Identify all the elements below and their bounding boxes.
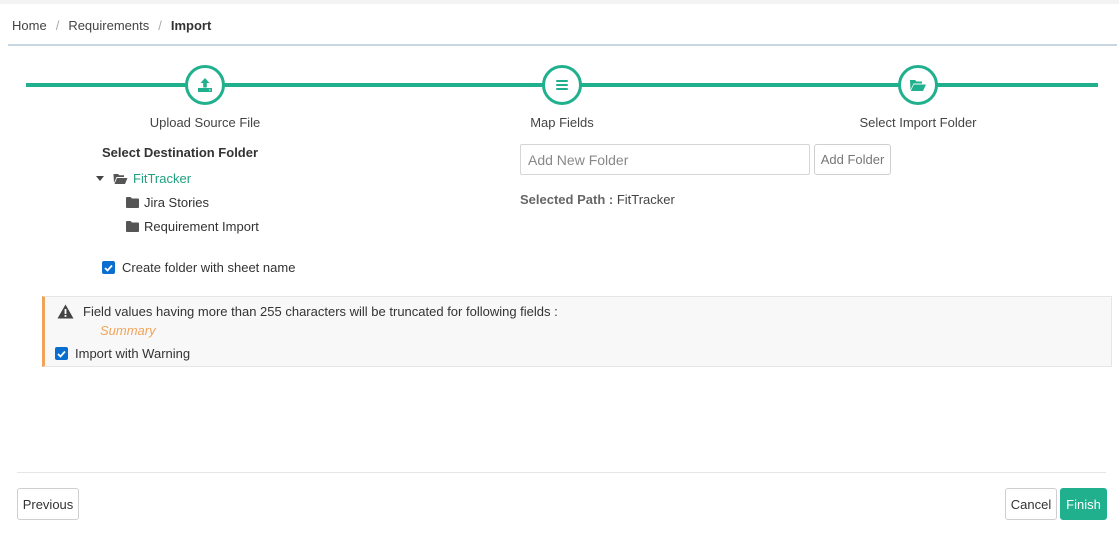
check-icon xyxy=(57,350,66,358)
selected-path-value: FitTracker xyxy=(616,192,675,207)
add-new-folder-input[interactable] xyxy=(520,144,810,175)
import-with-warning-row[interactable]: Import with Warning xyxy=(55,346,190,361)
folder-open-icon xyxy=(910,80,926,91)
tree-node-label[interactable]: Requirement Import xyxy=(144,219,259,234)
truncated-field-name: Summary xyxy=(100,323,156,338)
step-map-fields[interactable]: Map Fields xyxy=(462,62,662,130)
breadcrumb-import: Import xyxy=(170,17,212,33)
step-circle xyxy=(898,65,938,105)
selected-path: Selected Path : FitTracker xyxy=(520,192,675,207)
breadcrumb-separator: / xyxy=(55,17,60,33)
create-folder-label: Create folder with sheet name xyxy=(122,260,296,275)
breadcrumb: Home / Requirements / Import xyxy=(12,16,211,34)
step-circle xyxy=(542,65,582,105)
breadcrumb-requirements[interactable]: Requirements xyxy=(68,18,149,33)
footer-divider xyxy=(17,472,1106,473)
tree-node-requirement-import[interactable]: Requirement Import xyxy=(126,219,259,234)
destination-folder-title: Select Destination Folder xyxy=(102,145,259,160)
cancel-button[interactable]: Cancel xyxy=(1005,488,1057,520)
breadcrumb-home[interactable]: Home xyxy=(12,18,47,33)
header-divider xyxy=(8,44,1117,46)
truncation-warning-panel: Field values having more than 255 charac… xyxy=(42,296,1112,367)
create-folder-checkbox[interactable] xyxy=(102,261,115,274)
import-with-warning-label: Import with Warning xyxy=(75,346,191,361)
create-folder-checkbox-row[interactable]: Create folder with sheet name xyxy=(102,260,295,275)
wizard-stepper: Upload Source File Map Fields Select Imp… xyxy=(0,62,1119,132)
step-label: Map Fields xyxy=(530,115,594,130)
warning-message-row: Field values having more than 255 charac… xyxy=(57,304,558,319)
folder-icon xyxy=(126,197,139,208)
breadcrumb-separator: / xyxy=(158,17,162,33)
step-label: Upload Source File xyxy=(149,115,261,130)
import-with-warning-checkbox[interactable] xyxy=(55,347,68,360)
list-icon xyxy=(556,80,568,90)
step-circle xyxy=(185,65,225,105)
step-select-import-folder[interactable]: Select Import Folder xyxy=(818,62,1018,130)
step-label: Select Import Folder xyxy=(859,115,977,130)
finish-button[interactable]: Finish xyxy=(1060,488,1107,520)
warning-message: Field values having more than 255 charac… xyxy=(83,304,558,319)
caret-down-icon[interactable] xyxy=(96,176,104,181)
tree-node-jira-stories[interactable]: Jira Stories xyxy=(126,195,209,210)
folder-icon xyxy=(126,221,139,232)
top-strip xyxy=(0,0,1119,4)
add-folder-button[interactable]: Add Folder xyxy=(814,144,891,175)
warning-triangle-icon xyxy=(57,304,74,319)
selected-path-label: Selected Path : xyxy=(520,192,614,207)
step-upload-source-file[interactable]: Upload Source File xyxy=(105,62,305,130)
previous-button[interactable]: Previous xyxy=(17,488,79,520)
check-icon xyxy=(104,264,113,272)
tree-node-label[interactable]: Jira Stories xyxy=(144,195,209,210)
tree-node-fittracker[interactable]: FitTracker xyxy=(96,171,191,186)
folder-open-icon xyxy=(113,173,128,184)
tree-node-label[interactable]: FitTracker xyxy=(133,171,191,186)
upload-icon xyxy=(198,78,212,92)
